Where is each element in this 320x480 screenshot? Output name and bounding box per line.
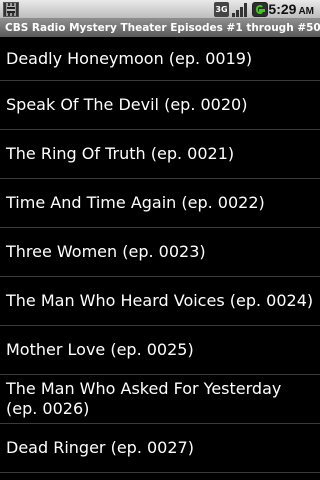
- notification-icon: [3, 2, 19, 17]
- episode-list: Deadly Honeymoon (ep. 0019) Speak Of The…: [0, 37, 320, 473]
- battery-charging-icon: [252, 2, 268, 17]
- episode-label: Deadly Honeymoon (ep. 0019): [6, 48, 253, 68]
- signal-icon: [232, 2, 249, 17]
- episode-label: The Man Who Asked For Yesterday (ep. 002…: [6, 379, 282, 418]
- page-title: CBS Radio Mystery Theater Episodes #1 th…: [5, 22, 320, 34]
- episode-item[interactable]: Speak Of The Devil (ep. 0020): [0, 81, 320, 130]
- episode-label: Speak Of The Devil (ep. 0020): [6, 95, 248, 114]
- episode-item[interactable]: Time And Time Again (ep. 0022): [0, 179, 320, 228]
- episode-item[interactable]: Mother Love (ep. 0025): [0, 326, 320, 375]
- clock-suffix: AM: [298, 6, 314, 17]
- episode-label: The Ring Of Truth (ep. 0021): [6, 144, 235, 163]
- episode-item[interactable]: Deadly Honeymoon (ep. 0019): [0, 37, 320, 81]
- status-bar: 3G 5:29 AM: [0, 0, 320, 19]
- episode-item[interactable]: The Man Who Asked For Yesterday (ep. 002…: [0, 375, 320, 424]
- episode-item[interactable]: The Ring Of Truth (ep. 0021): [0, 130, 320, 179]
- status-clock: 5:29 AM: [268, 0, 314, 19]
- episode-label: Three Women (ep. 0023): [6, 242, 206, 261]
- screen: 3G 5:29 AM CBS Radio Mystery Theater Epis…: [0, 0, 320, 480]
- episode-label: Time And Time Again (ep. 0022): [6, 193, 265, 212]
- episode-label: Dead Ringer (ep. 0027): [6, 438, 194, 457]
- title-bar: CBS Radio Mystery Theater Episodes #1 th…: [0, 19, 320, 37]
- 3g-icon: 3G: [214, 2, 229, 17]
- episode-label: Mother Love (ep. 0025): [6, 340, 194, 359]
- clock-time: 5:29: [268, 1, 297, 17]
- episode-item[interactable]: Dead Ringer (ep. 0027): [0, 424, 320, 473]
- episode-item[interactable]: The Man Who Heard Voices (ep. 0024): [0, 277, 320, 326]
- episode-label: The Man Who Heard Voices (ep. 0024): [6, 291, 314, 310]
- episode-item[interactable]: Three Women (ep. 0023): [0, 228, 320, 277]
